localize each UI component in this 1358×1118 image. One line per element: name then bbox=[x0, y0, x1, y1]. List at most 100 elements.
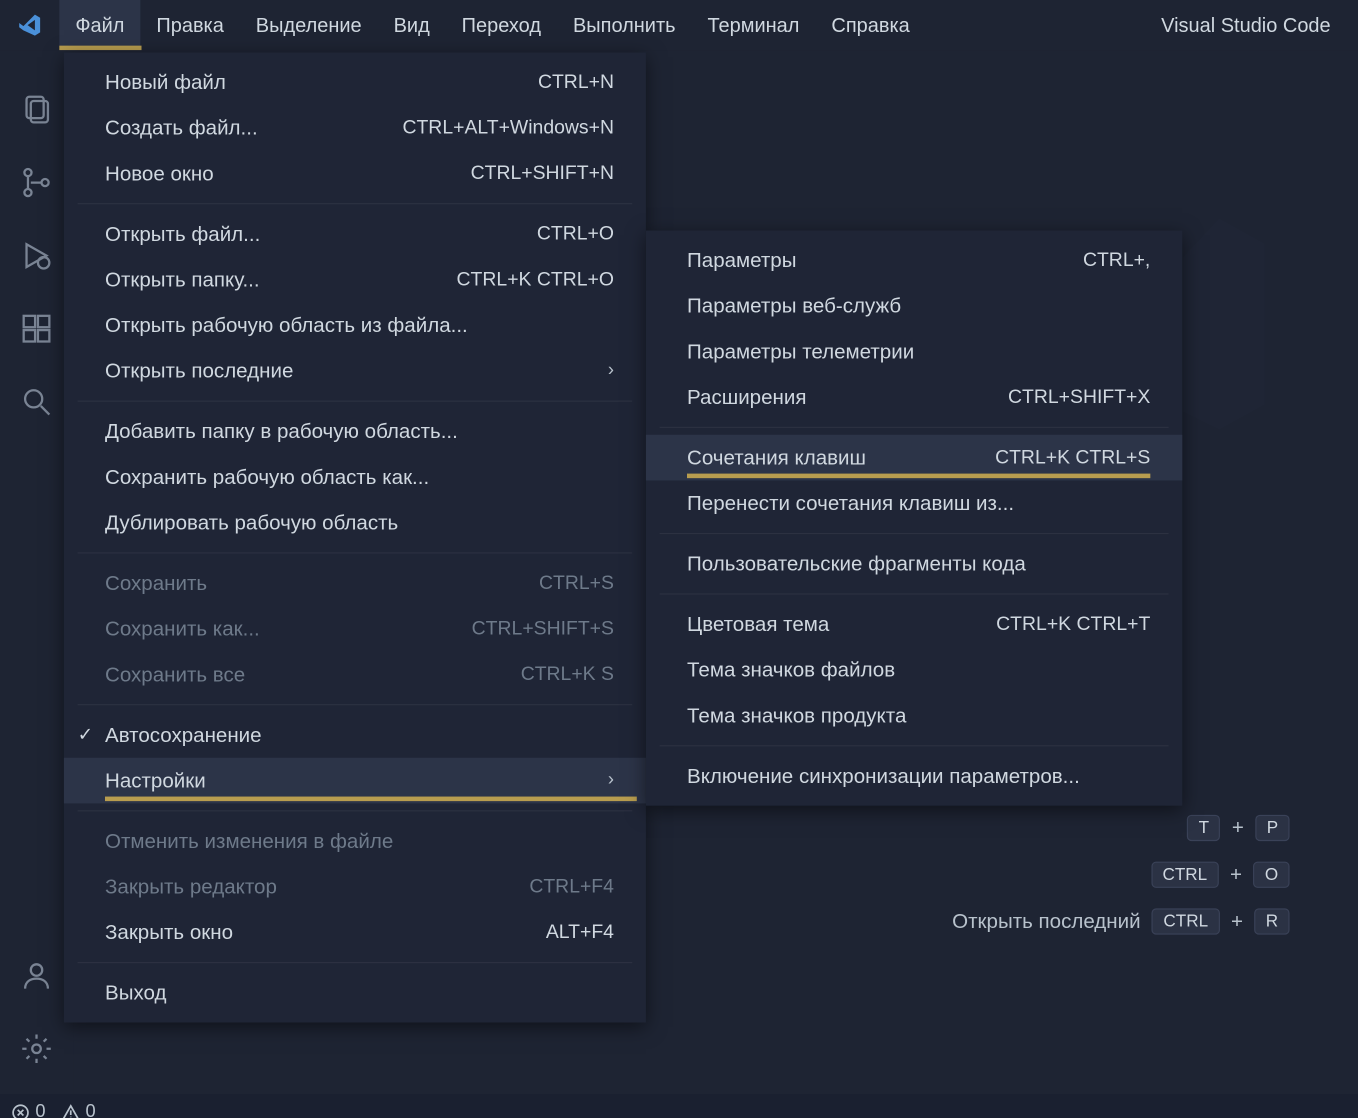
status-errors[interactable]: 0 bbox=[11, 1102, 45, 1118]
menu-separator bbox=[660, 745, 1169, 746]
key-ctrl: CTRL bbox=[1152, 908, 1220, 934]
menu-terminal[interactable]: Терминал bbox=[691, 0, 815, 50]
menu-item-label: Открыть папку... bbox=[105, 268, 260, 292]
menu-item-label: Параметры веб-служб bbox=[687, 294, 901, 318]
menu-item[interactable]: Открыть последние › bbox=[64, 348, 646, 394]
menu-run[interactable]: Выполнить bbox=[557, 0, 692, 50]
activitybar bbox=[0, 50, 73, 1094]
menu-item-label: Новый файл bbox=[105, 70, 226, 94]
menu-item: Сохранить как...CTRL+SHIFT+S bbox=[64, 606, 646, 652]
menu-item[interactable]: Параметры веб-служб bbox=[646, 283, 1182, 329]
menu-item-label: Сочетания клавиш bbox=[687, 446, 866, 470]
menu-item[interactable]: Закрыть окноALT+F4 bbox=[64, 910, 646, 956]
menu-item[interactable]: Сочетания клавишCTRL+K CTRL+S bbox=[646, 435, 1182, 481]
menu-item[interactable]: Новое окно CTRL+SHIFT+N bbox=[64, 151, 646, 197]
menu-item-label: Отменить изменения в файле bbox=[105, 829, 393, 853]
menu-item[interactable]: ✓ Автосохранение bbox=[64, 712, 646, 758]
chevron-right-icon: › bbox=[608, 361, 614, 382]
menu-item-label: Закрыть окно bbox=[105, 920, 233, 944]
menu-item-label: Выход bbox=[105, 981, 166, 1005]
check-icon: ✓ bbox=[78, 724, 93, 747]
menu-item-label: Пользовательские фрагменты кода bbox=[687, 552, 1026, 576]
menu-item-label: Включение синхронизации параметров... bbox=[687, 764, 1080, 788]
settings-gear-icon[interactable] bbox=[0, 1012, 73, 1085]
menu-item-label: Тема значков продукта bbox=[687, 704, 906, 728]
menu-item[interactable]: Сохранить рабочую область как... bbox=[64, 454, 646, 500]
menu-item-label: Цветовая тема bbox=[687, 612, 829, 636]
menu-item[interactable]: Открыть рабочую область из файла... bbox=[64, 302, 646, 348]
key-r: R bbox=[1254, 908, 1289, 934]
status-errors-count: 0 bbox=[35, 1102, 45, 1118]
menu-item-label: Создать файл... bbox=[105, 116, 258, 140]
run-debug-icon[interactable] bbox=[0, 219, 73, 292]
menu-item[interactable]: Открыть папку... CTRL+K CTRL+O bbox=[64, 257, 646, 303]
menu-separator bbox=[78, 962, 633, 963]
key-p: P bbox=[1255, 815, 1289, 841]
hint-row: CTRL + O bbox=[1151, 862, 1289, 888]
menu-item[interactable]: Создать файл... CTRL+ALT+Windows+N bbox=[64, 105, 646, 151]
statusbar: 0 0 bbox=[0, 1094, 1358, 1118]
menu-item-label: Сохранить все bbox=[105, 662, 245, 686]
menu-item[interactable]: Дублировать рабочую область bbox=[64, 500, 646, 546]
menu-item-shortcut: CTRL+ALT+Windows+N bbox=[402, 116, 614, 139]
menu-item-label: Открыть последние bbox=[105, 359, 293, 383]
menu-item-label: Закрыть редактор bbox=[105, 875, 277, 899]
menu-item[interactable]: Включение синхронизации параметров... bbox=[646, 753, 1182, 799]
menu-item: Сохранить всеCTRL+K S bbox=[64, 652, 646, 698]
menu-item: СохранитьCTRL+S bbox=[64, 560, 646, 606]
explorer-icon[interactable] bbox=[0, 73, 73, 146]
menubar: Файл Правка Выделение Вид Переход Выполн… bbox=[59, 0, 925, 50]
menu-item[interactable]: Параметры телеметрии bbox=[646, 329, 1182, 375]
menu-item-label: Автосохранение bbox=[105, 723, 262, 747]
menu-item-label: Добавить папку в рабочую область... bbox=[105, 419, 458, 443]
menu-item-shortcut: CTRL+SHIFT+N bbox=[471, 162, 614, 185]
menu-file[interactable]: Файл bbox=[59, 0, 140, 50]
menu-separator bbox=[660, 593, 1169, 594]
menu-item[interactable]: Добавить папку в рабочую область... bbox=[64, 409, 646, 455]
menu-help[interactable]: Справка bbox=[815, 0, 925, 50]
menu-item-label: Новое окно bbox=[105, 161, 214, 185]
plus-icon: + bbox=[1230, 863, 1242, 887]
menu-separator bbox=[78, 203, 633, 204]
menu-item-shortcut: CTRL+N bbox=[538, 71, 614, 94]
file-menu-dropdown: Новый файл CTRL+N Создать файл... CTRL+ALT+… bbox=[64, 52, 646, 1022]
hint-label: Открыть последний bbox=[952, 910, 1140, 934]
menu-view[interactable]: Вид bbox=[378, 0, 446, 50]
menu-item[interactable]: Перенести сочетания клавиш из... bbox=[646, 480, 1182, 526]
extensions-icon[interactable] bbox=[0, 292, 73, 365]
menu-item[interactable]: РасширенияCTRL+SHIFT+X bbox=[646, 374, 1182, 420]
key-t: T bbox=[1187, 815, 1220, 841]
menu-go[interactable]: Переход bbox=[446, 0, 557, 50]
menu-item-shortcut: CTRL+O bbox=[537, 223, 614, 246]
menu-item-label: Открыть файл... bbox=[105, 222, 260, 246]
menu-item[interactable]: ПараметрыCTRL+, bbox=[646, 237, 1182, 283]
hint-row: T + P bbox=[1187, 815, 1289, 841]
menu-item-label: Параметры bbox=[687, 248, 797, 272]
menu-item[interactable]: Тема значков продукта bbox=[646, 693, 1182, 739]
search-icon[interactable] bbox=[0, 365, 73, 438]
menu-item[interactable]: Выход bbox=[64, 970, 646, 1016]
menu-edit[interactable]: Правка bbox=[140, 0, 239, 50]
menu-item[interactable]: Открыть файл... CTRL+O bbox=[64, 211, 646, 257]
menu-item-label: Сохранить рабочую область как... bbox=[105, 465, 429, 489]
menu-separator bbox=[78, 810, 633, 811]
menu-item[interactable]: Новый файл CTRL+N bbox=[64, 59, 646, 105]
menu-item[interactable]: Пользовательские фрагменты кода bbox=[646, 541, 1182, 587]
warning-icon bbox=[62, 1104, 80, 1118]
highlight-underline bbox=[105, 797, 637, 802]
hint-open-recent: Открыть последний CTRL + R bbox=[952, 908, 1289, 934]
menu-item: Закрыть редакторCTRL+F4 bbox=[64, 864, 646, 910]
menu-item-label: Перенести сочетания клавиш из... bbox=[687, 491, 1014, 515]
source-control-icon[interactable] bbox=[0, 146, 73, 219]
menu-item-label: Параметры телеметрии bbox=[687, 340, 914, 364]
menu-item-shortcut: CTRL+K CTRL+O bbox=[457, 268, 614, 291]
menu-item-label: Сохранить как... bbox=[105, 617, 260, 641]
menu-item-shortcut: CTRL+S bbox=[539, 572, 614, 595]
menu-selection[interactable]: Выделение bbox=[240, 0, 378, 50]
menu-item[interactable]: Тема значков файлов bbox=[646, 647, 1182, 693]
titlebar: Файл Правка Выделение Вид Переход Выполн… bbox=[0, 0, 1358, 50]
accounts-icon[interactable] bbox=[0, 939, 73, 1012]
menu-item[interactable]: Настройки› bbox=[64, 758, 646, 804]
status-warnings[interactable]: 0 bbox=[62, 1102, 96, 1118]
menu-item[interactable]: Цветовая темаCTRL+K CTRL+T bbox=[646, 601, 1182, 647]
